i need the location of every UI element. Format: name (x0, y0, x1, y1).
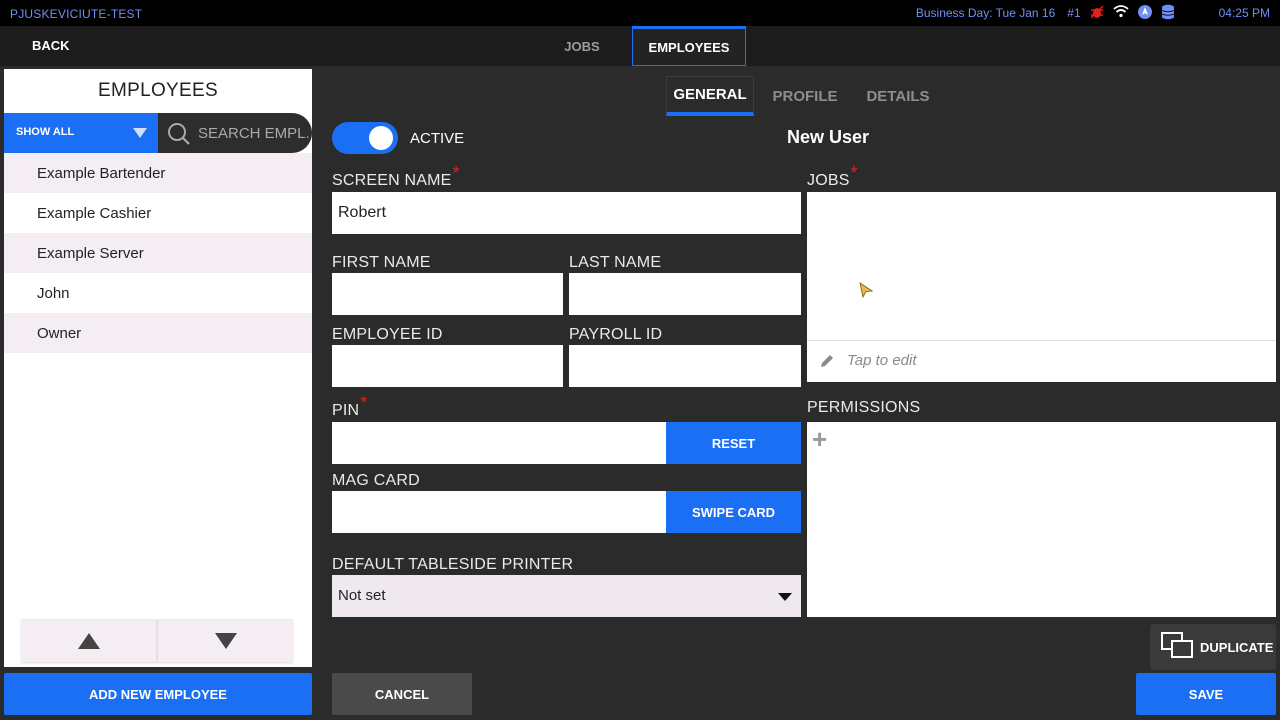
wifi-icon (1113, 4, 1131, 22)
business-day: Business Day: Tue Jan 16 (915, 6, 1056, 20)
jobs-label: JOBS* (807, 163, 858, 190)
copy-icon (1160, 631, 1194, 664)
status-bar: PJUSKEVICIUTE-TEST Business Day: Tue Jan… (0, 0, 1280, 26)
last-name-input[interactable] (569, 273, 801, 315)
duplicate-label: DUPLICATE (1200, 639, 1274, 655)
reset-pin-button[interactable]: RESET (666, 422, 801, 464)
employee-id-label: EMPLOYEE ID (332, 326, 443, 343)
list-item[interactable]: Example Cashier (4, 193, 312, 233)
search-input[interactable] (198, 123, 310, 143)
add-new-employee-button[interactable]: ADD NEW EMPLOYEE (4, 673, 312, 715)
page-down-button[interactable] (157, 620, 293, 662)
arrow-up-icon (78, 633, 100, 649)
pencil-icon (821, 354, 833, 367)
first-name-input[interactable] (332, 273, 563, 315)
cancel-button[interactable]: CANCEL (332, 673, 472, 715)
required-marker: * (850, 163, 858, 183)
jobs-box[interactable]: Tap to edit (807, 192, 1276, 382)
tab-employees[interactable]: EMPLOYEES (632, 26, 746, 66)
top-nav: BACK JOBS EMPLOYEES (0, 26, 1280, 66)
mag-card-input[interactable] (332, 491, 666, 533)
payroll-id-label: PAYROLL ID (569, 326, 663, 343)
printer-select-value: Not set (338, 587, 386, 604)
jobs-label-text: JOBS (807, 172, 850, 189)
permissions-box: + (807, 422, 1276, 617)
form-heading: New User (787, 127, 870, 147)
database-icon (1161, 4, 1179, 22)
list-item[interactable]: Example Bartender (4, 153, 312, 193)
mag-card-label: MAG CARD (332, 472, 420, 489)
printer-select[interactable]: Not set (332, 575, 801, 617)
screen-name-label-text: SCREEN NAME (332, 172, 452, 189)
chevron-down-icon (778, 593, 792, 601)
bug-icon (1089, 4, 1107, 22)
active-label: ACTIVE (410, 130, 465, 147)
swipe-card-button[interactable]: SWIPE CARD (666, 491, 801, 533)
divider (807, 340, 1276, 341)
pin-label: PIN* (332, 393, 368, 420)
last-name-label: LAST NAME (569, 254, 662, 271)
location-icon (1137, 4, 1155, 22)
show-all-label: SHOW ALL (16, 126, 75, 138)
back-button[interactable]: BACK (32, 38, 70, 53)
show-all-dropdown[interactable]: SHOW ALL (4, 113, 158, 153)
payroll-id-input[interactable] (569, 345, 801, 387)
filter-row: SHOW ALL (4, 113, 312, 153)
search-icon (166, 121, 192, 152)
list-item[interactable]: Owner (4, 313, 312, 353)
screen-name-label: SCREEN NAME* (332, 163, 460, 190)
tab-profile[interactable]: PROFILE (770, 76, 840, 116)
list-item[interactable]: John (4, 273, 312, 313)
employee-id-input[interactable] (332, 345, 563, 387)
tab-details[interactable]: DETAILS (862, 76, 934, 116)
tab-general[interactable]: GENERAL (666, 76, 754, 116)
add-permission-icon[interactable]: + (812, 426, 827, 452)
device-name: PJUSKEVICIUTE-TEST (10, 7, 143, 21)
employee-list: Example Bartender Example Cashier Exampl… (4, 153, 312, 353)
duplicate-button[interactable]: DUPLICATE (1150, 624, 1276, 670)
employee-list-panel: EMPLOYEES SHOW ALL Example Bartender Exa… (4, 69, 312, 667)
list-pager (21, 619, 293, 663)
required-marker: * (360, 393, 368, 413)
dropdown-arrow-icon (133, 128, 147, 138)
first-name-label: FIRST NAME (332, 254, 431, 271)
page-up-button[interactable] (21, 620, 157, 662)
permissions-label: PERMISSIONS (807, 399, 921, 416)
screen-name-input[interactable] (332, 192, 801, 234)
tap-to-edit-text: Tap to edit (847, 352, 917, 369)
jobs-edit-hint[interactable]: Tap to edit (819, 352, 917, 369)
list-item[interactable]: Example Server (4, 233, 312, 273)
tab-jobs[interactable]: JOBS (556, 26, 608, 66)
save-button[interactable]: SAVE (1136, 673, 1276, 715)
clock: 04:25 PM (1218, 6, 1270, 20)
search-box[interactable] (158, 113, 312, 153)
pin-input[interactable] (332, 422, 666, 464)
arrow-down-icon (214, 633, 237, 649)
printer-label: DEFAULT TABLESIDE PRINTER (332, 556, 574, 573)
pin-label-text: PIN (332, 402, 360, 419)
mouse-cursor-icon (859, 282, 874, 303)
active-toggle[interactable] (332, 122, 398, 154)
toggle-knob (369, 126, 393, 150)
employees-panel-title: EMPLOYEES (98, 80, 218, 101)
terminal-number: #1 (1067, 6, 1081, 20)
required-marker: * (452, 163, 460, 183)
status-bar-right: Business Day: Tue Jan 16 #1 04:25 PM (916, 0, 1280, 26)
